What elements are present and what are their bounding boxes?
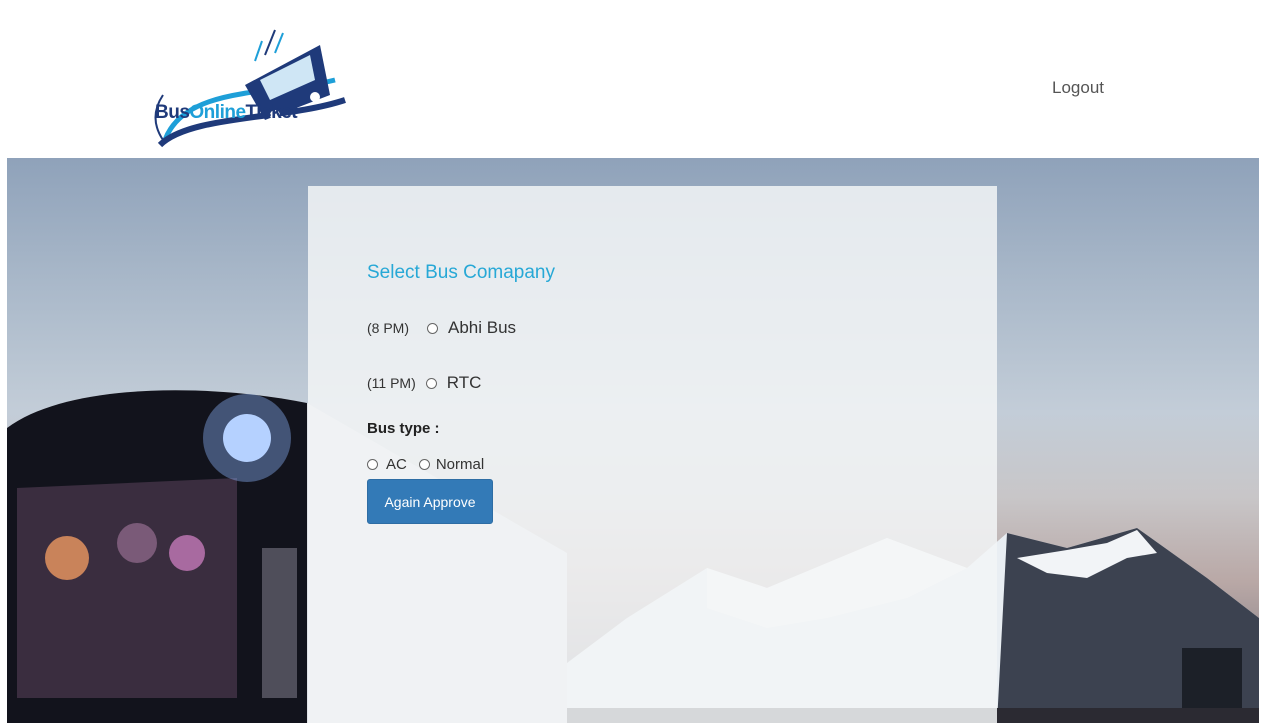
bus-type-label: Bus type :: [367, 420, 440, 437]
company-radio-abhi-bus[interactable]: [427, 322, 438, 334]
brand-logo[interactable]: BusOnlineTicket: [145, 25, 350, 150]
company-time: (11 PM): [367, 375, 416, 391]
company-name: Abhi Bus: [448, 318, 517, 337]
bus-type-options: AC Normal: [367, 456, 484, 473]
bus-type-ac-label: AC: [386, 456, 407, 473]
panel-title: Select Bus Comapany: [367, 262, 555, 283]
bus-type-radio-normal[interactable]: [418, 459, 430, 470]
bus-logo-icon: [154, 29, 346, 148]
bus-type-radio-ac[interactable]: [367, 459, 378, 470]
company-radio-rtc[interactable]: [425, 377, 437, 389]
logo-text-bus: Bus: [155, 102, 190, 123]
company-option-abhi-bus: (8 PM) Abhi Bus: [367, 318, 516, 338]
company-name: RTC: [446, 373, 482, 392]
header: BusOnlineTicket Logout: [0, 0, 1262, 158]
logo-text-ticket: Ticket: [245, 102, 298, 123]
logo-text: BusOnlineTicket: [155, 102, 298, 124]
bus-selection-panel: Select Bus Comapany (8 PM) Abhi Bus (11 …: [308, 186, 997, 723]
bus-type-normal-label: Normal: [435, 456, 485, 473]
company-option-rtc: (11 PM) RTC: [367, 373, 481, 393]
logout-link[interactable]: Logout: [1052, 78, 1104, 98]
logo-text-online: Online: [189, 102, 246, 123]
company-time: (8 PM): [367, 320, 409, 336]
again-approve-button[interactable]: Again Approve: [367, 479, 493, 524]
